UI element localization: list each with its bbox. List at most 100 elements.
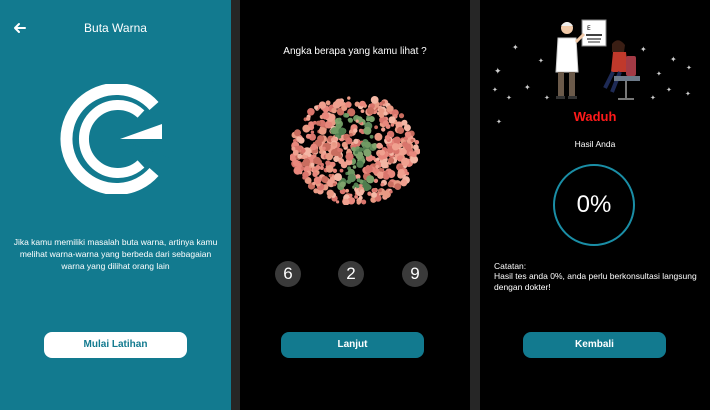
plate-dot [372, 188, 377, 193]
plate-dot [356, 178, 361, 183]
plate-dot [347, 173, 356, 183]
plate-dot [351, 146, 356, 152]
note-text: Hasil tes anda 0%, anda perlu berkonsult… [494, 271, 697, 292]
back-button[interactable]: Kembali [523, 332, 666, 358]
plate-dot [381, 127, 386, 132]
svg-text:✦: ✦ [640, 45, 647, 54]
plate-dot [307, 153, 312, 157]
plate-dot [411, 151, 417, 158]
svg-text:✦: ✦ [685, 90, 691, 98]
plate-dot [389, 190, 393, 194]
next-button[interactable]: Lanjut [281, 332, 424, 358]
app-logo-icon [60, 84, 170, 194]
plate-dot [345, 188, 349, 193]
plate-dot [358, 195, 363, 200]
plate-dot [383, 173, 390, 180]
plate-dot [312, 171, 318, 177]
svg-text:✦: ✦ [670, 55, 677, 64]
plate-dot [373, 178, 379, 183]
plate-dot [358, 147, 364, 152]
plate-dot [401, 119, 408, 126]
svg-text:✦: ✦ [538, 57, 544, 65]
plate-dot [360, 189, 364, 194]
plate-dot [348, 117, 353, 123]
plate-dot [355, 119, 359, 123]
score-value: 0% [576, 191, 612, 218]
plate-dot [302, 158, 311, 166]
plate-dot [364, 141, 371, 148]
question-text: Angka berapa yang kamu lihat ? [283, 46, 427, 57]
plate-dot [315, 164, 321, 171]
plate-dot [380, 161, 389, 169]
answer-option-1[interactable]: 6 [275, 261, 301, 287]
answer-options: 6 2 9 [275, 261, 435, 287]
test-screen: Angka berapa yang kamu lihat ? 6 2 9 Lan… [240, 0, 470, 410]
plate-dot [398, 113, 405, 119]
plate-dot [404, 131, 412, 138]
plate-dot [328, 114, 335, 121]
plate-dot [338, 127, 346, 135]
result-screen: ✦ ✦ ✦ ✦ ✦ ✦ ✦ ✦ ✦ ✦ ✦ ✦ ✦ ✦ ✦ E Waduh Ha… [480, 0, 710, 410]
plate-dot [367, 191, 372, 196]
plate-dot [376, 171, 385, 179]
plate-dot [401, 157, 410, 166]
plate-dot [306, 116, 311, 121]
plate-dot [369, 134, 374, 139]
plate-dot [360, 109, 365, 113]
plate-dot [348, 193, 353, 198]
plate-dot [345, 152, 354, 161]
plate-dot [349, 133, 353, 137]
plate-dot [410, 138, 414, 143]
plate-dot [381, 100, 385, 104]
svg-text:✦: ✦ [544, 94, 550, 102]
plate-dot [356, 200, 361, 205]
plate-dot [371, 192, 377, 198]
plate-dot [354, 150, 358, 155]
plate-dot [310, 162, 315, 167]
plate-dot [388, 142, 393, 147]
svg-text:✦: ✦ [656, 70, 662, 78]
result-title: Waduh [573, 109, 617, 124]
plate-dot [347, 96, 351, 100]
plate-dot [330, 127, 339, 135]
plate-dot [368, 116, 375, 123]
plate-dot [375, 164, 380, 169]
plate-dot [400, 179, 408, 187]
plate-dot [382, 120, 389, 127]
plate-dot [397, 169, 405, 177]
plate-dot [315, 120, 322, 126]
svg-text:✦: ✦ [666, 86, 672, 94]
plate-dot [413, 144, 419, 151]
plate-dot [332, 142, 337, 147]
start-practice-button[interactable]: Mulai Latihan [44, 332, 187, 358]
plate-dot [339, 181, 346, 188]
plate-dot [294, 129, 301, 137]
plate-dot [305, 133, 311, 139]
plate-dot [319, 150, 323, 154]
plate-dot [387, 181, 394, 188]
plate-dot [376, 142, 383, 149]
plate-dot [383, 111, 388, 116]
plate-dot [414, 140, 420, 145]
answer-option-2[interactable]: 2 [338, 261, 364, 287]
plate-dot [292, 159, 300, 167]
plate-dot [326, 189, 334, 197]
plate-dot [361, 199, 367, 205]
svg-text:✦: ✦ [512, 43, 519, 52]
plate-dot [298, 137, 305, 144]
plate-dot [356, 160, 364, 168]
plate-dot [363, 126, 372, 135]
plate-dot [325, 160, 331, 166]
plate-dot [404, 143, 412, 151]
plate-dot [346, 148, 351, 153]
plate-dot [396, 126, 405, 134]
plate-dot [331, 107, 337, 114]
plate-dot [364, 165, 373, 174]
intro-screen: Buta Warna Jika kamu memiliki masalah bu… [0, 0, 231, 410]
answer-option-3[interactable]: 9 [402, 261, 428, 287]
plate-dot [307, 108, 315, 116]
plate-dot [314, 105, 319, 110]
plate-dot [330, 149, 338, 156]
plate-dot [395, 183, 401, 189]
plate-dot [332, 182, 337, 187]
